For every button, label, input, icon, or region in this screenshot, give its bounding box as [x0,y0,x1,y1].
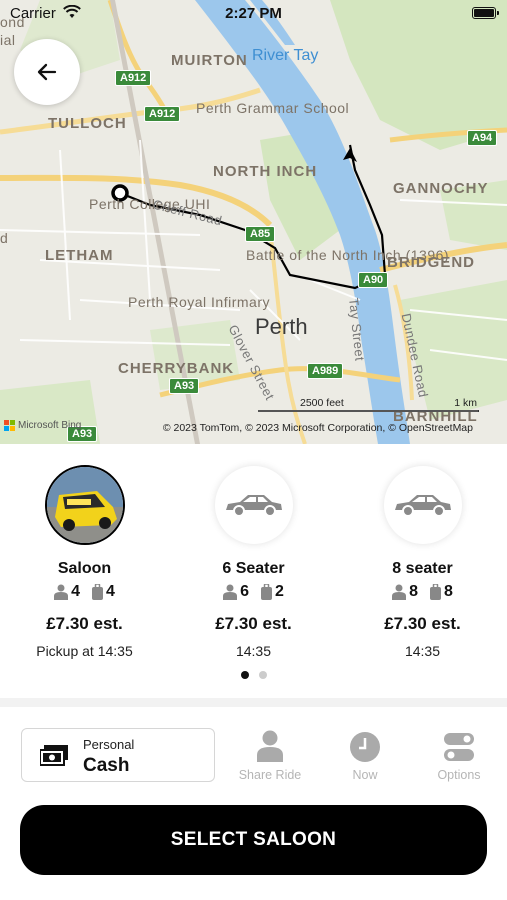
map-label-tulloch: TULLOCH [48,115,127,132]
map-label-letham: LETHAM [45,247,114,264]
payment-type: Personal [83,737,135,752]
page-dot[interactable] [258,671,267,679]
map-label-bridgend: BRIDGEND [387,254,476,271]
section-divider [0,698,507,707]
map-label-college: Perth College UHI [89,196,211,212]
scale-feet: 2500 feet [300,397,344,409]
map-label-cherrybank: CHERRYBANK [118,360,235,377]
vehicle-image [383,466,462,544]
map-label-gannochy: GANNOCHY [393,180,489,197]
vehicle-name: 6 Seater [222,560,285,577]
now-label: Now [352,768,378,782]
road-shield: A912 [115,70,152,86]
share-ride-label: Share Ride [238,768,302,782]
road-shield: A85 [245,226,276,242]
payment-method: Cash [83,755,130,776]
map-label-grammar: Perth Grammar School [196,100,349,117]
vehicle-eta: 14:35 [404,643,441,659]
share-ride-button[interactable]: Share Ride [230,728,310,782]
arrow-left-icon [37,63,57,81]
vehicle-name: 8 seater [392,560,453,577]
vehicle-carousel[interactable]: Saloon 4 4 £7.30 est. Pickup at 14:35 6 … [0,444,507,700]
payment-method-button[interactable]: Personal Cash [21,728,215,782]
vehicle-price: £7.30 est. [215,614,292,633]
battery-icon [472,7,499,19]
passenger-icon [54,584,69,600]
scale-km: 1 km [454,397,477,409]
passenger-icon [392,584,407,600]
clock-icon [350,732,380,762]
map-label: ial [0,32,16,48]
back-button[interactable] [14,39,80,105]
status-bar: Carrier 2:27 PM [0,0,507,28]
vehicle-eta: 14:35 [235,643,272,659]
luggage-count: 4 [106,583,115,600]
vehicle-image [214,466,293,544]
map-label-muirton: MUIRTON [171,52,248,69]
vehicle-eta: Pickup at 14:35 [36,643,133,659]
taxi-photo [46,467,123,543]
now-button[interactable]: Now [325,728,405,782]
road-shield: A93 [169,378,200,394]
vehicle-price: £7.30 est. [46,614,123,633]
luggage-icon [92,584,103,600]
vehicle-capacity: 8 8 [338,583,507,601]
scale-bar [258,410,479,412]
cash-icon [40,745,68,766]
road-shield: A94 [467,130,498,146]
map-label-river: River Tay [252,47,319,64]
luggage-icon [430,584,441,600]
map-label-infirmary: Perth Royal Infirmary [128,294,270,310]
page-dot-active[interactable] [240,671,249,679]
luggage-icon [261,584,272,600]
microsoft-logo: Microsoft Bing [4,420,81,431]
luggage-count: 2 [275,583,284,600]
car-icon [225,495,282,517]
car-icon [394,495,451,517]
road-shield: A912 [144,106,181,122]
vehicle-card-saloon[interactable]: Saloon 4 4 £7.30 est. Pickup at 14:35 [0,444,169,674]
vehicle-name: Saloon [57,560,112,577]
luggage-count: 8 [444,583,453,600]
passenger-count: 6 [240,583,249,600]
vehicle-card-8-seater[interactable]: 8 seater 8 8 £7.30 est. 14:35 [338,444,507,674]
options-label: Options [437,768,481,782]
vehicle-card-6-seater[interactable]: 6 Seater 6 2 £7.30 est. 14:35 [169,444,338,674]
vehicle-image [44,465,125,545]
map-attribution[interactable]: © 2023 TomTom, © 2023 Microsoft Corporat… [163,422,473,434]
map-label: d [0,230,9,246]
toggles-icon [444,733,474,761]
map[interactable]: ond ial MUIRTON River Tay TULLOCH Perth … [0,0,507,444]
options-button[interactable]: Options [419,728,499,782]
microsoft-squares-icon [4,420,15,431]
map-label-battle: Battle of the North Inch (1396) [246,247,449,263]
passenger-count: 8 [409,583,418,600]
vehicle-capacity: 4 4 [0,583,169,601]
vehicle-price: £7.30 est. [384,614,461,633]
status-time: 2:27 PM [225,5,282,22]
person-icon [257,730,283,762]
road-shield: A989 [307,363,344,379]
road-shield: A90 [358,272,389,288]
vehicle-capacity: 6 2 [169,583,338,601]
map-scale: 2500 feet 1 km [258,397,480,415]
select-vehicle-button[interactable]: SELECT SALOON [20,805,487,875]
map-label-north-inch: NORTH INCH [213,163,318,180]
passenger-icon [223,584,238,600]
passenger-count: 4 [71,583,80,600]
page-indicator[interactable] [0,671,507,679]
map-label-perth: Perth [255,314,308,339]
